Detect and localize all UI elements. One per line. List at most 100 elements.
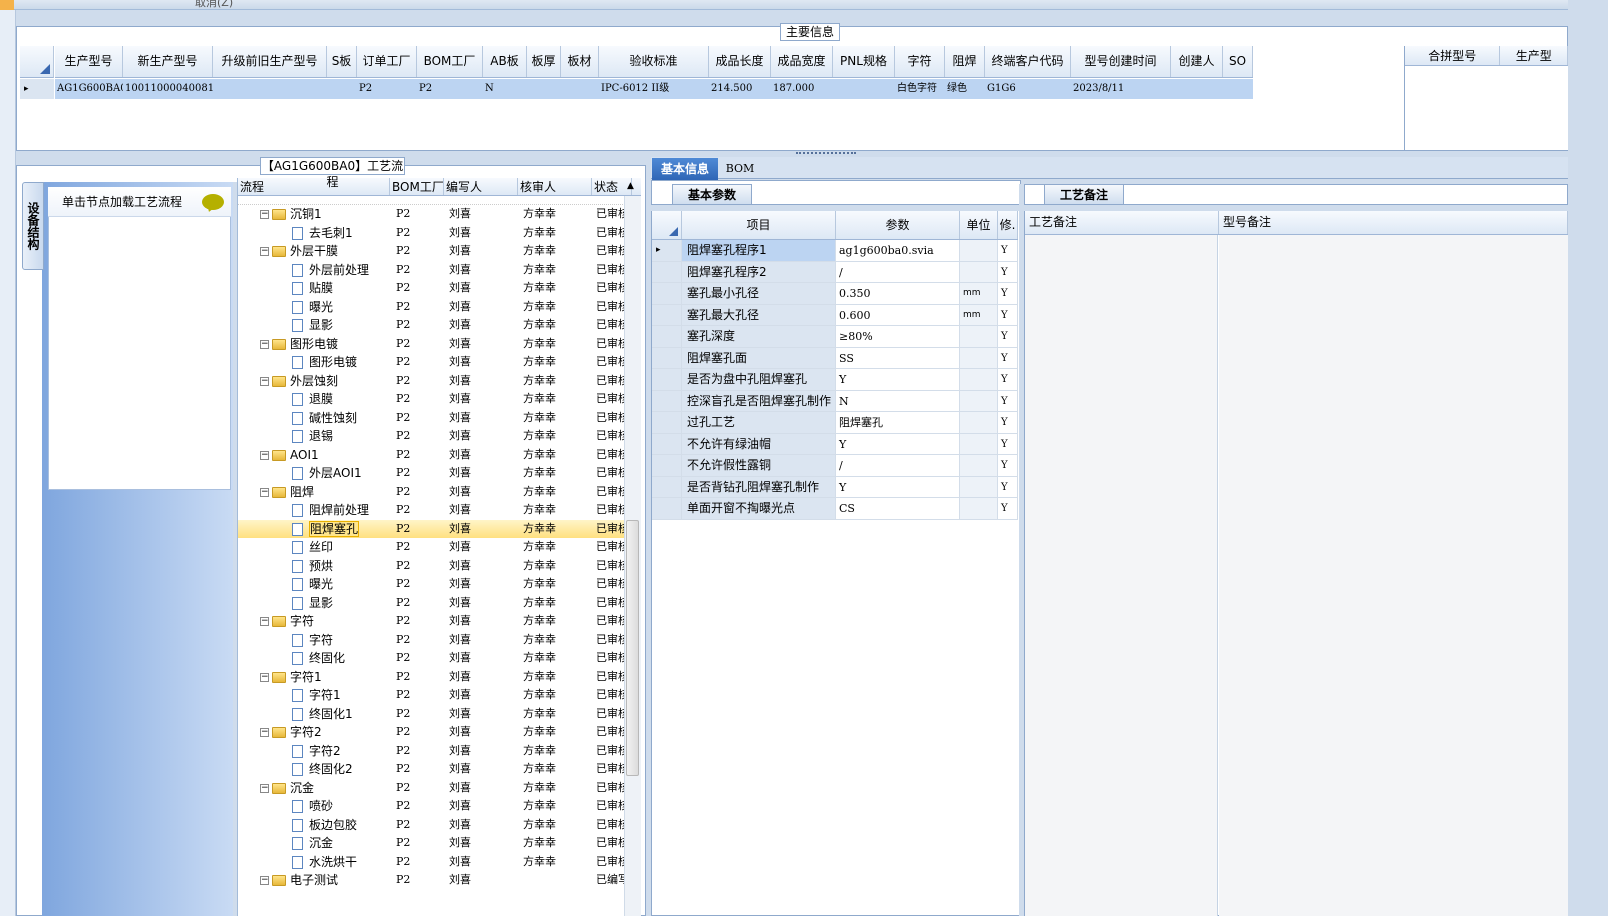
tree-row[interactable]: 喷砂 P2 刘喜 方幸幸 已审核	[238, 797, 641, 816]
main-col-header[interactable]: 成品长度	[709, 46, 771, 77]
tree-row[interactable]: − AOI1 P2 刘喜 方幸幸 已审核	[238, 446, 641, 465]
col-process[interactable]: 流程	[238, 178, 390, 195]
collapse-toggle-icon[interactable]: −	[260, 728, 269, 737]
tree-row[interactable]: 去毛刺1 P2 刘喜 方幸幸 已审核	[238, 224, 641, 243]
tree-node-label[interactable]: 外层AOI1	[309, 466, 362, 480]
collapse-toggle-icon[interactable]: −	[260, 339, 269, 349]
tree-node-label[interactable]: 预烘	[309, 559, 333, 573]
tree-node-label[interactable]: 曝光	[309, 577, 333, 591]
tree-node-label[interactable]: 曝光	[309, 300, 333, 314]
scroll-thumb[interactable]	[626, 520, 639, 776]
tree-node-label[interactable]: 阻焊前处理	[309, 503, 369, 517]
main-cell[interactable]: 10011000040081	[123, 79, 213, 99]
tree-row[interactable]: 预烘 P2 刘喜 方幸幸 已审核	[238, 557, 641, 576]
col-status[interactable]: 状态	[592, 178, 632, 195]
main-col-header[interactable]: 新生产型号	[123, 46, 213, 77]
scroll-up-icon[interactable]: ▲	[627, 181, 634, 191]
main-col-header[interactable]: 升级前旧生产型号	[213, 46, 327, 77]
param-row[interactable]: 不允许有绿油帽 Y Y	[652, 433, 1018, 455]
merge-col-header[interactable]: 合拼型号	[1405, 46, 1501, 65]
tree-node-label[interactable]: 板边包胶	[309, 818, 357, 832]
tree-node-label[interactable]: 阻焊	[290, 485, 314, 499]
main-col-header[interactable]: SO	[1223, 46, 1253, 77]
main-cell[interactable]: 187.000	[771, 79, 833, 99]
param-row[interactable]: 阻焊塞孔程序2/ Y	[652, 261, 1018, 283]
tree-row[interactable]: − 图形电镀 P2 刘喜 方幸幸 已审核	[238, 335, 641, 354]
col-process-notes[interactable]: 工艺备注	[1025, 211, 1219, 234]
param-value[interactable]: /	[836, 261, 960, 282]
param-value[interactable]: 0.600	[836, 304, 960, 325]
tree-node-label[interactable]: 碱性蚀刻	[309, 411, 357, 425]
tab-bom[interactable]: BOM	[720, 158, 760, 180]
tree-row[interactable]: 显影 P2 刘喜 方幸幸 已审核	[238, 316, 641, 335]
param-value[interactable]: Y	[836, 476, 960, 497]
tree-node-label[interactable]: 终固化	[309, 651, 345, 665]
main-col-header[interactable]: 板材	[561, 46, 599, 77]
tree-row[interactable]: 阻焊前处理 P2 刘喜 方幸幸 已审核	[238, 501, 641, 520]
collapse-toggle-icon[interactable]: −	[260, 210, 269, 219]
tree-row[interactable]: 曝光 P2 刘喜 方幸幸 已审核	[238, 298, 641, 317]
tree-row[interactable]: 退膜 P2 刘喜 方幸幸 已审核	[238, 390, 641, 409]
tree-row[interactable]: − 字符2 P2 刘喜 方幸幸 已审核	[238, 723, 641, 742]
main-cell[interactable]	[833, 79, 895, 99]
tree-node-label[interactable]: 沉金	[309, 836, 333, 850]
main-col-header[interactable]: 订单工厂	[357, 46, 417, 77]
tree-row[interactable]: − 字符 P2 刘喜 方幸幸 已审核	[238, 612, 641, 631]
device-structure-tab[interactable]: 设备结构	[22, 182, 44, 270]
main-col-header[interactable]: 型号创建时间	[1071, 46, 1171, 77]
tree-row[interactable]: 终固化 P2 刘喜 方幸幸 已审核	[238, 649, 641, 668]
tree-node-label[interactable]: 丝印	[309, 540, 333, 554]
tree-row[interactable]: 水洗烘干 P2 刘喜 方幸幸 已审核	[238, 853, 641, 872]
tree-row[interactable]: − 字符1 P2 刘喜 方幸幸 已审核	[238, 668, 641, 687]
tree-row[interactable]: 字符 P2 刘喜 方幸幸 已审核	[238, 631, 641, 650]
main-cell[interactable]: 绿色	[945, 79, 985, 99]
tree-node-label[interactable]: 字符	[309, 633, 333, 647]
model-notes-field[interactable]	[1219, 235, 1568, 916]
tree-node-label[interactable]: 退锡	[309, 429, 333, 443]
main-cell[interactable]: P2	[417, 79, 483, 99]
tree-row[interactable]: − 电子测试 P2 刘喜 已编写	[238, 871, 641, 890]
main-cell[interactable]: IPC-6012 II级	[599, 79, 709, 99]
main-cell[interactable]	[1223, 79, 1253, 99]
param-row[interactable]: 控深盲孔是否阻焊塞孔制作 N Y	[652, 390, 1018, 412]
merge-col-header[interactable]: 生产型	[1500, 46, 1568, 65]
param-row[interactable]: 过孔工艺 阻焊塞孔 Y	[652, 412, 1018, 434]
tree-row[interactable]: 字符2 P2 刘喜 方幸幸 已审核	[238, 742, 641, 761]
tree-node-label[interactable]: 外层前处理	[309, 263, 369, 277]
param-value[interactable]: 阻焊塞孔	[836, 412, 960, 433]
col-writer[interactable]: 编写人	[444, 178, 518, 195]
tree-row[interactable]: 图形电镀 P2 刘喜 方幸幸 已审核	[238, 353, 641, 372]
tree-node-label[interactable]: 退膜	[309, 392, 333, 406]
tab-process-notes[interactable]: 工艺备注	[1044, 184, 1124, 205]
tree-row[interactable]: 外层AOI1 P2 刘喜 方幸幸 已审核	[238, 464, 641, 483]
tree-row[interactable]: − 外层干膜 P2 刘喜 方幸幸 已审核	[238, 242, 641, 261]
tree-node-label[interactable]: 字符	[290, 614, 314, 628]
main-col-header[interactable]: 板厚	[527, 46, 561, 77]
tree-row[interactable]: 曝光 P2 刘喜 方幸幸 已审核	[238, 575, 641, 594]
tab-basic-info[interactable]: 基本信息	[652, 158, 718, 180]
tree-node-label[interactable]: 字符2	[309, 744, 341, 758]
param-value[interactable]: 0.350	[836, 283, 960, 304]
main-col-header[interactable]: 生产型号	[55, 46, 123, 77]
col-unit[interactable]: 单位	[960, 211, 998, 239]
param-row[interactable]: 不允许假性露铜 / Y	[652, 455, 1018, 477]
param-row[interactable]: 塞孔最小孔径 0.350 mm Y	[652, 283, 1018, 305]
main-cell[interactable]: 2023/8/11	[1071, 79, 1171, 99]
tree-node-label[interactable]: 喷砂	[309, 799, 333, 813]
param-value[interactable]: /	[836, 455, 960, 476]
col-bom-factory[interactable]: BOM工厂	[390, 178, 444, 195]
main-col-header[interactable]: 终端客户代码	[985, 46, 1071, 77]
collapse-toggle-icon[interactable]: −	[260, 376, 269, 386]
param-row[interactable]: 塞孔深度 ≥80% Y	[652, 326, 1018, 348]
main-col-header[interactable]: PNL规格	[833, 46, 895, 77]
collapse-toggle-icon[interactable]: −	[260, 247, 269, 256]
tree-node-label[interactable]: 贴膜	[309, 281, 333, 295]
main-cell[interactable]: 白色字符	[895, 79, 945, 99]
collapse-toggle-icon[interactable]: −	[260, 672, 269, 682]
tree-row[interactable]: 字符1 P2 刘喜 方幸幸 已审核	[238, 686, 641, 705]
collapse-toggle-icon[interactable]: −	[260, 617, 269, 626]
main-col-header[interactable]: S板	[327, 46, 357, 77]
main-col-header[interactable]: 阻焊	[945, 46, 985, 77]
param-row[interactable]: ▸ 阻焊塞孔程序1 ag1g600ba0.svia Y	[652, 240, 1018, 262]
collapse-toggle-icon[interactable]: −	[260, 487, 269, 497]
